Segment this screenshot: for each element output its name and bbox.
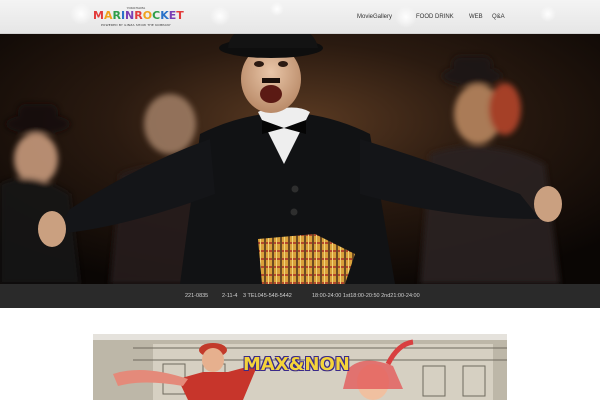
site-header: YOKOHAMA MARINROCKET POWERED BY GINZA SH… — [0, 0, 600, 34]
logo-wordmark: MARINROCKET — [93, 9, 184, 22]
nav-food-drink[interactable]: FOOD DRINK — [416, 0, 454, 33]
hero-performer-illustration — [0, 34, 600, 284]
bokeh-light — [210, 6, 230, 26]
logo-letter: C — [152, 9, 161, 22]
address: 2-11-4 — [222, 293, 238, 299]
logo-tagline: POWERED BY GINZA SHOW THE KOMPANY — [101, 23, 171, 27]
logo-letter: R — [134, 9, 143, 22]
nav-web[interactable]: WEB — [469, 0, 483, 33]
logo-letter: M — [93, 9, 104, 22]
logo-letter: T — [176, 9, 184, 22]
info-bar: 221-0835 2-11-4 3 TEL045-548-5442 18:00-… — [0, 284, 600, 308]
show-banner[interactable]: MAX&NON — [93, 334, 507, 400]
banner-title: MAX&NON — [243, 354, 350, 375]
hero-image — [0, 34, 600, 284]
logo-letter: R — [112, 9, 121, 22]
bokeh-light — [395, 6, 417, 28]
bokeh-light — [540, 6, 556, 22]
logo-letter: K — [160, 9, 169, 22]
nav-qa[interactable]: Q&A — [492, 0, 505, 33]
nav-movie-gallery[interactable]: MovieGallery — [357, 0, 392, 33]
bokeh-light — [70, 3, 92, 25]
telephone[interactable]: 3 TEL045-548-5442 — [243, 284, 292, 308]
site-logo[interactable]: YOKOHAMA MARINROCKET POWERED BY GINZA SH… — [93, 6, 184, 28]
logo-letter: N — [125, 9, 135, 22]
postal-code: 221-0835 — [185, 293, 209, 299]
opening-hours: 18:00-24:00 1st18:00-20:50 2nd21:00-24:0… — [312, 293, 420, 299]
logo-letter: O — [142, 9, 153, 22]
bokeh-light — [270, 2, 284, 16]
